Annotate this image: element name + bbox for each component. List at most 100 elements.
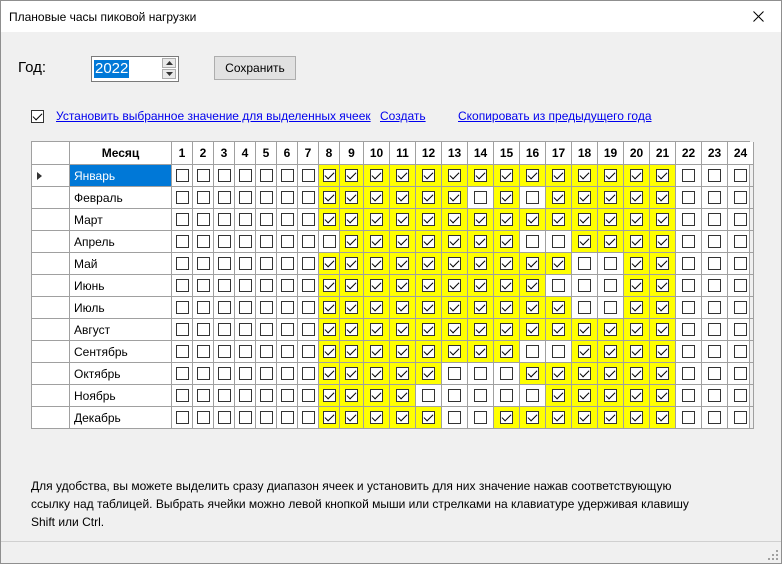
hour-cell[interactable] (702, 363, 728, 385)
hour-checkbox[interactable] (322, 169, 336, 182)
hour-checkbox[interactable] (708, 235, 721, 248)
hour-cell[interactable] (676, 297, 702, 319)
hour-cell[interactable] (298, 341, 319, 363)
resize-grip-icon[interactable] (767, 549, 779, 561)
hour-cell[interactable] (598, 385, 624, 407)
hour-cell[interactable] (546, 341, 572, 363)
hour-cell[interactable] (416, 275, 442, 297)
hour-checkbox[interactable] (500, 367, 513, 380)
hour-cell[interactable] (676, 385, 702, 407)
hour-checkbox[interactable] (322, 279, 336, 292)
hour-cell[interactable] (728, 187, 754, 209)
hour-checkbox[interactable] (734, 389, 747, 402)
hour-checkbox[interactable] (259, 279, 273, 292)
hour-checkbox[interactable] (217, 367, 231, 380)
hour-cell[interactable] (416, 341, 442, 363)
hour-cell[interactable] (728, 385, 754, 407)
hour-cell[interactable] (520, 253, 546, 275)
hour-cell[interactable] (416, 363, 442, 385)
hour-column-header[interactable]: 13 (442, 142, 468, 165)
hour-cell[interactable] (364, 319, 390, 341)
hour-cell[interactable] (172, 231, 193, 253)
hour-checkbox[interactable] (552, 345, 565, 358)
hour-checkbox[interactable] (500, 301, 513, 314)
hour-checkbox[interactable] (448, 279, 461, 292)
hour-cell[interactable] (468, 363, 494, 385)
hour-checkbox[interactable] (345, 367, 358, 380)
hour-checkbox[interactable] (322, 345, 336, 358)
hour-checkbox[interactable] (175, 257, 189, 270)
hour-checkbox[interactable] (734, 235, 747, 248)
hour-cell[interactable] (598, 165, 624, 187)
month-cell[interactable]: Апрель (70, 231, 172, 253)
hour-cell[interactable] (728, 165, 754, 187)
hour-checkbox[interactable] (345, 301, 358, 314)
hour-checkbox[interactable] (259, 235, 273, 248)
hour-checkbox[interactable] (526, 279, 539, 292)
hour-checkbox[interactable] (682, 169, 695, 182)
hour-checkbox[interactable] (196, 257, 210, 270)
hour-checkbox[interactable] (396, 367, 409, 380)
hour-cell[interactable] (650, 297, 676, 319)
hour-cell[interactable] (319, 231, 340, 253)
hour-cell[interactable] (319, 407, 340, 429)
hour-checkbox[interactable] (238, 279, 252, 292)
hour-cell[interactable] (416, 209, 442, 231)
hour-checkbox[interactable] (217, 257, 231, 270)
hour-cell[interactable] (572, 231, 598, 253)
hour-cell[interactable] (390, 209, 416, 231)
hour-checkbox[interactable] (526, 389, 539, 402)
hour-checkbox[interactable] (474, 411, 487, 424)
hour-checkbox[interactable] (708, 279, 721, 292)
hour-cell[interactable] (416, 319, 442, 341)
hour-checkbox[interactable] (217, 191, 231, 204)
hour-cell[interactable] (364, 385, 390, 407)
hour-column-header[interactable]: 10 (364, 142, 390, 165)
hour-checkbox[interactable] (448, 169, 461, 182)
hour-checkbox[interactable] (578, 323, 591, 336)
hour-cell[interactable] (193, 209, 214, 231)
hour-checkbox[interactable] (259, 323, 273, 336)
hour-cell[interactable] (702, 319, 728, 341)
hour-checkbox[interactable] (630, 323, 643, 336)
hour-checkbox[interactable] (604, 213, 617, 226)
hour-cell[interactable] (193, 275, 214, 297)
hour-cell[interactable] (520, 209, 546, 231)
hour-checkbox[interactable] (734, 169, 747, 182)
hour-cell[interactable] (702, 187, 728, 209)
hour-checkbox[interactable] (238, 235, 252, 248)
hour-cell[interactable] (520, 231, 546, 253)
hour-checkbox[interactable] (604, 411, 617, 424)
hour-cell[interactable] (494, 165, 520, 187)
hour-checkbox[interactable] (604, 235, 617, 248)
hour-cell[interactable] (494, 253, 520, 275)
hour-cell[interactable] (298, 209, 319, 231)
hour-checkbox[interactable] (322, 367, 336, 380)
hour-column-header[interactable]: 9 (340, 142, 364, 165)
hour-cell[interactable] (650, 363, 676, 385)
hour-cell[interactable] (468, 341, 494, 363)
hour-cell[interactable] (442, 363, 468, 385)
hour-checkbox[interactable] (448, 213, 461, 226)
hour-cell[interactable] (172, 275, 193, 297)
hour-cell[interactable] (340, 231, 364, 253)
hour-checkbox[interactable] (238, 257, 252, 270)
hour-checkbox[interactable] (175, 279, 189, 292)
hour-checkbox[interactable] (370, 301, 383, 314)
hour-cell[interactable] (319, 363, 340, 385)
hour-checkbox[interactable] (175, 323, 189, 336)
hour-checkbox[interactable] (604, 389, 617, 402)
hour-cell[interactable] (364, 363, 390, 385)
hour-cell[interactable] (235, 253, 256, 275)
hour-checkbox[interactable] (322, 389, 336, 402)
hour-checkbox[interactable] (656, 235, 669, 248)
hour-checkbox[interactable] (345, 411, 358, 424)
hour-cell[interactable] (277, 407, 298, 429)
row-header[interactable] (32, 407, 70, 429)
hour-cell[interactable] (277, 319, 298, 341)
row-header[interactable] (32, 231, 70, 253)
hour-cell[interactable] (468, 407, 494, 429)
hour-cell[interactable] (256, 165, 277, 187)
hour-cell[interactable] (624, 165, 650, 187)
hour-checkbox[interactable] (604, 169, 617, 182)
